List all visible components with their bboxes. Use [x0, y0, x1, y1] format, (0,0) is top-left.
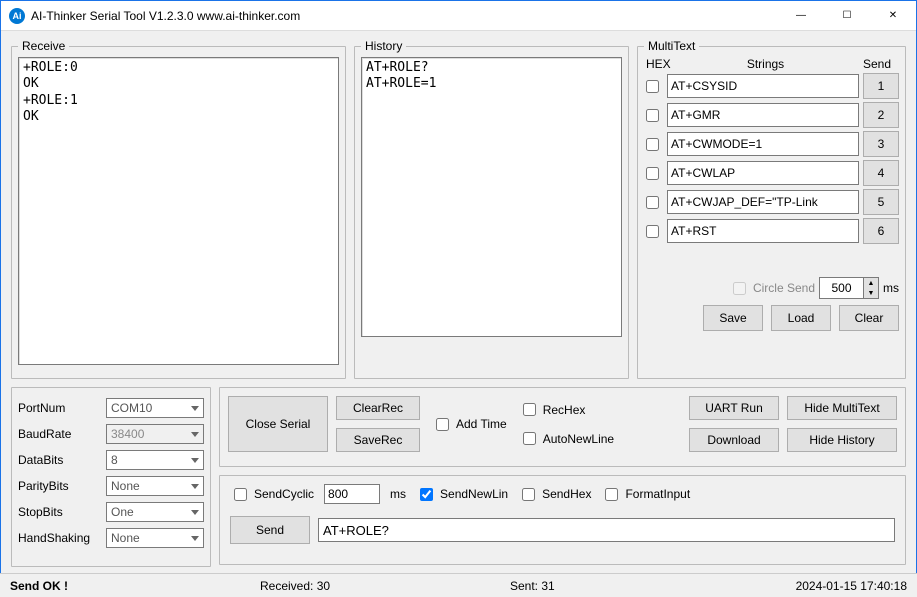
mt-clear-button[interactable]: Clear — [839, 305, 899, 331]
close-serial-button[interactable]: Close Serial — [228, 396, 328, 452]
mt-head-hex: HEX — [646, 57, 674, 71]
mt-send-button[interactable]: 5 — [863, 189, 899, 215]
parity-label: ParityBits — [18, 479, 106, 493]
formatinput-label: FormatInput — [625, 487, 690, 501]
circle-send-label: Circle Send — [753, 281, 815, 295]
control-panel: Close Serial ClearRec SaveRec Add Time R… — [219, 387, 906, 467]
mt-row: 6 — [644, 218, 899, 244]
multitext-header: HEX Strings Send — [644, 57, 899, 71]
handshake-combo[interactable]: None — [106, 528, 204, 548]
sendcyclic-checkbox[interactable] — [234, 488, 247, 501]
databits-label: DataBits — [18, 453, 106, 467]
ms-label: ms — [883, 281, 899, 295]
baud-combo[interactable]: 38400 — [106, 424, 204, 444]
hide-multitext-button[interactable]: Hide MultiText — [787, 396, 897, 420]
mt-head-send: Send — [857, 57, 897, 71]
mt-hex-checkbox[interactable] — [646, 196, 659, 209]
send-panel: SendCyclic ms SendNewLin SendHex FormatI… — [219, 475, 906, 565]
mt-string-input[interactable] — [667, 103, 859, 127]
history-panel: History AT+ROLE? AT+ROLE=1 — [354, 39, 629, 379]
mt-send-button[interactable]: 4 — [863, 160, 899, 186]
status-ok: Send OK ! — [10, 579, 260, 593]
title-text: AI-Thinker Serial Tool V1.2.3.0 www.ai-t… — [31, 9, 778, 23]
mt-string-input[interactable] — [667, 74, 859, 98]
baud-label: BaudRate — [18, 427, 106, 441]
stopbits-label: StopBits — [18, 505, 106, 519]
statusbar: Send OK ! Received: 30 Sent: 31 2024-01-… — [0, 573, 917, 597]
spinner-buttons[interactable]: ▲▼ — [863, 277, 879, 299]
circle-send-ms[interactable] — [819, 277, 863, 299]
hide-history-button[interactable]: Hide History — [787, 428, 897, 452]
circle-send-checkbox — [733, 282, 746, 295]
mt-hex-checkbox[interactable] — [646, 80, 659, 93]
autonewline-label: AutoNewLine — [543, 432, 614, 446]
receive-panel: Receive +ROLE:0 OK +ROLE:1 OK — [11, 39, 346, 379]
mt-string-input[interactable] — [667, 132, 859, 156]
mt-hex-checkbox[interactable] — [646, 225, 659, 238]
stopbits-combo[interactable]: One — [106, 502, 204, 522]
close-button[interactable]: ✕ — [870, 1, 916, 31]
mt-row: 5 — [644, 189, 899, 215]
sendcyclic-label: SendCyclic — [254, 487, 314, 501]
handshake-label: HandShaking — [18, 531, 106, 545]
autonewline-checkbox[interactable] — [523, 432, 536, 445]
spin-down-icon[interactable]: ▼ — [864, 288, 878, 298]
cyclic-ms-input[interactable] — [324, 484, 380, 504]
mt-row: 1 — [644, 73, 899, 99]
mt-hex-checkbox[interactable] — [646, 167, 659, 180]
sendnewlin-checkbox[interactable] — [420, 488, 433, 501]
app-icon: Ai — [9, 8, 25, 24]
spin-up-icon[interactable]: ▲ — [864, 278, 878, 288]
maximize-button[interactable]: ☐ — [824, 1, 870, 31]
mt-string-input[interactable] — [667, 190, 859, 214]
mt-hex-checkbox[interactable] — [646, 109, 659, 122]
mt-send-button[interactable]: 6 — [863, 218, 899, 244]
multitext-legend: MultiText — [644, 39, 699, 53]
status-received: Received: 30 — [260, 579, 510, 593]
window-controls: — ☐ ✕ — [778, 1, 916, 31]
portnum-combo[interactable]: COM10 — [106, 398, 204, 418]
mt-head-strings: Strings — [674, 57, 857, 71]
status-sent: Sent: 31 — [510, 579, 796, 593]
titlebar: Ai AI-Thinker Serial Tool V1.2.3.0 www.a… — [1, 1, 916, 31]
minimize-button[interactable]: — — [778, 1, 824, 31]
rechex-checkbox[interactable] — [523, 403, 536, 416]
mt-row: 4 — [644, 160, 899, 186]
databits-combo[interactable]: 8 — [106, 450, 204, 470]
history-legend: History — [361, 39, 406, 53]
multitext-panel: MultiText HEX Strings Send 1 2 3 4 5 6 Circle… — [637, 39, 906, 379]
port-panel: PortNumCOM10 BaudRate38400 DataBits8 Par… — [11, 387, 211, 567]
send-button[interactable]: Send — [230, 516, 310, 544]
ms-unit: ms — [390, 487, 406, 501]
sendhex-checkbox[interactable] — [522, 488, 535, 501]
mt-string-input[interactable] — [667, 161, 859, 185]
portnum-label: PortNum — [18, 401, 106, 415]
mt-send-button[interactable]: 3 — [863, 131, 899, 157]
mt-row: 2 — [644, 102, 899, 128]
status-time: 2024-01-15 17:40:18 — [796, 579, 907, 593]
sendhex-label: SendHex — [542, 487, 591, 501]
sendnewlin-label: SendNewLin — [440, 487, 508, 501]
receive-textarea[interactable]: +ROLE:0 OK +ROLE:1 OK — [18, 57, 339, 365]
rechex-label: RecHex — [543, 403, 586, 417]
receive-legend: Receive — [18, 39, 69, 53]
clearrec-button[interactable]: ClearRec — [336, 396, 420, 420]
send-command-input[interactable] — [318, 518, 895, 542]
uartrun-button[interactable]: UART Run — [689, 396, 779, 420]
parity-combo[interactable]: None — [106, 476, 204, 496]
mt-row: 3 — [644, 131, 899, 157]
mt-string-input[interactable] — [667, 219, 859, 243]
mt-save-button[interactable]: Save — [703, 305, 763, 331]
mt-send-button[interactable]: 1 — [863, 73, 899, 99]
mt-load-button[interactable]: Load — [771, 305, 831, 331]
download-button[interactable]: Download — [689, 428, 779, 452]
mt-hex-checkbox[interactable] — [646, 138, 659, 151]
mt-send-button[interactable]: 2 — [863, 102, 899, 128]
addtime-label: Add Time — [456, 417, 507, 431]
saverec-button[interactable]: SaveRec — [336, 428, 420, 452]
history-textarea[interactable]: AT+ROLE? AT+ROLE=1 — [361, 57, 622, 337]
formatinput-checkbox[interactable] — [605, 488, 618, 501]
addtime-checkbox[interactable] — [436, 418, 449, 431]
